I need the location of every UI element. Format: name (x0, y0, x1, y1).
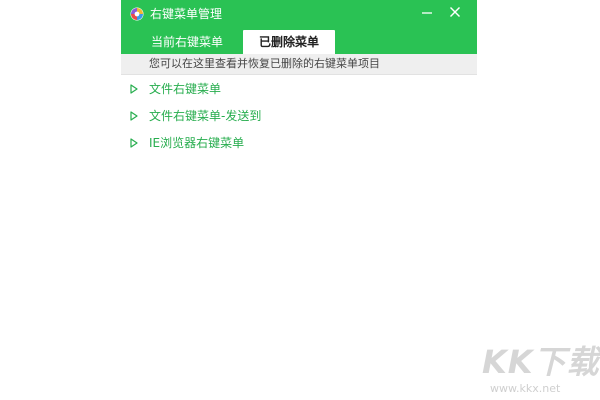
list-item-label: 文件右键菜单 (149, 82, 222, 96)
app-logo-icon (130, 7, 144, 21)
minimize-button[interactable] (416, 2, 438, 22)
deleted-menu-file[interactable]: 文件右键菜单 (129, 80, 429, 98)
list-item-label: 文件右键菜单-发送到 (149, 109, 262, 123)
expand-arrow-icon[interactable] (129, 110, 139, 122)
tab-bar: 当前右键菜单 已删除菜单 (121, 30, 477, 54)
watermark-logo: KK下载 (482, 343, 600, 381)
title-bar: 右键菜单管理 当前右键菜单 已删除菜单 (121, 0, 477, 54)
deleted-menu-file-sendto[interactable]: 文件右键菜单-发送到 (129, 107, 429, 125)
hint-bar: 您可以在这里查看并恢复已删除的右键菜单项目 (121, 54, 477, 75)
context-menu-manager-window: 右键菜单管理 当前右键菜单 已删除菜单 您可以在这里查看并恢复已删除的右键菜单项… (121, 0, 477, 400)
watermark: KK下载 www.kkx.net (478, 342, 600, 398)
screen: 右键菜单管理 当前右键菜单 已删除菜单 您可以在这里查看并恢复已删除的右键菜单项… (0, 0, 600, 400)
expand-arrow-icon[interactable] (129, 137, 139, 149)
hint-text: 您可以在这里查看并恢复已删除的右键菜单项目 (149, 57, 380, 70)
list-item-label: IE浏览器右键菜单 (149, 136, 245, 150)
close-button[interactable] (444, 2, 466, 22)
close-icon (450, 7, 460, 17)
minimize-icon (422, 12, 432, 14)
tab-deleted-menus[interactable]: 已删除菜单 (243, 30, 335, 54)
tab-current-menus[interactable]: 当前右键菜单 (135, 30, 239, 54)
window-title: 右键菜单管理 (150, 7, 223, 21)
expand-arrow-icon[interactable] (129, 83, 139, 95)
deleted-menu-ie[interactable]: IE浏览器右键菜单 (129, 134, 429, 152)
watermark-url: www.kkx.net (490, 382, 561, 395)
